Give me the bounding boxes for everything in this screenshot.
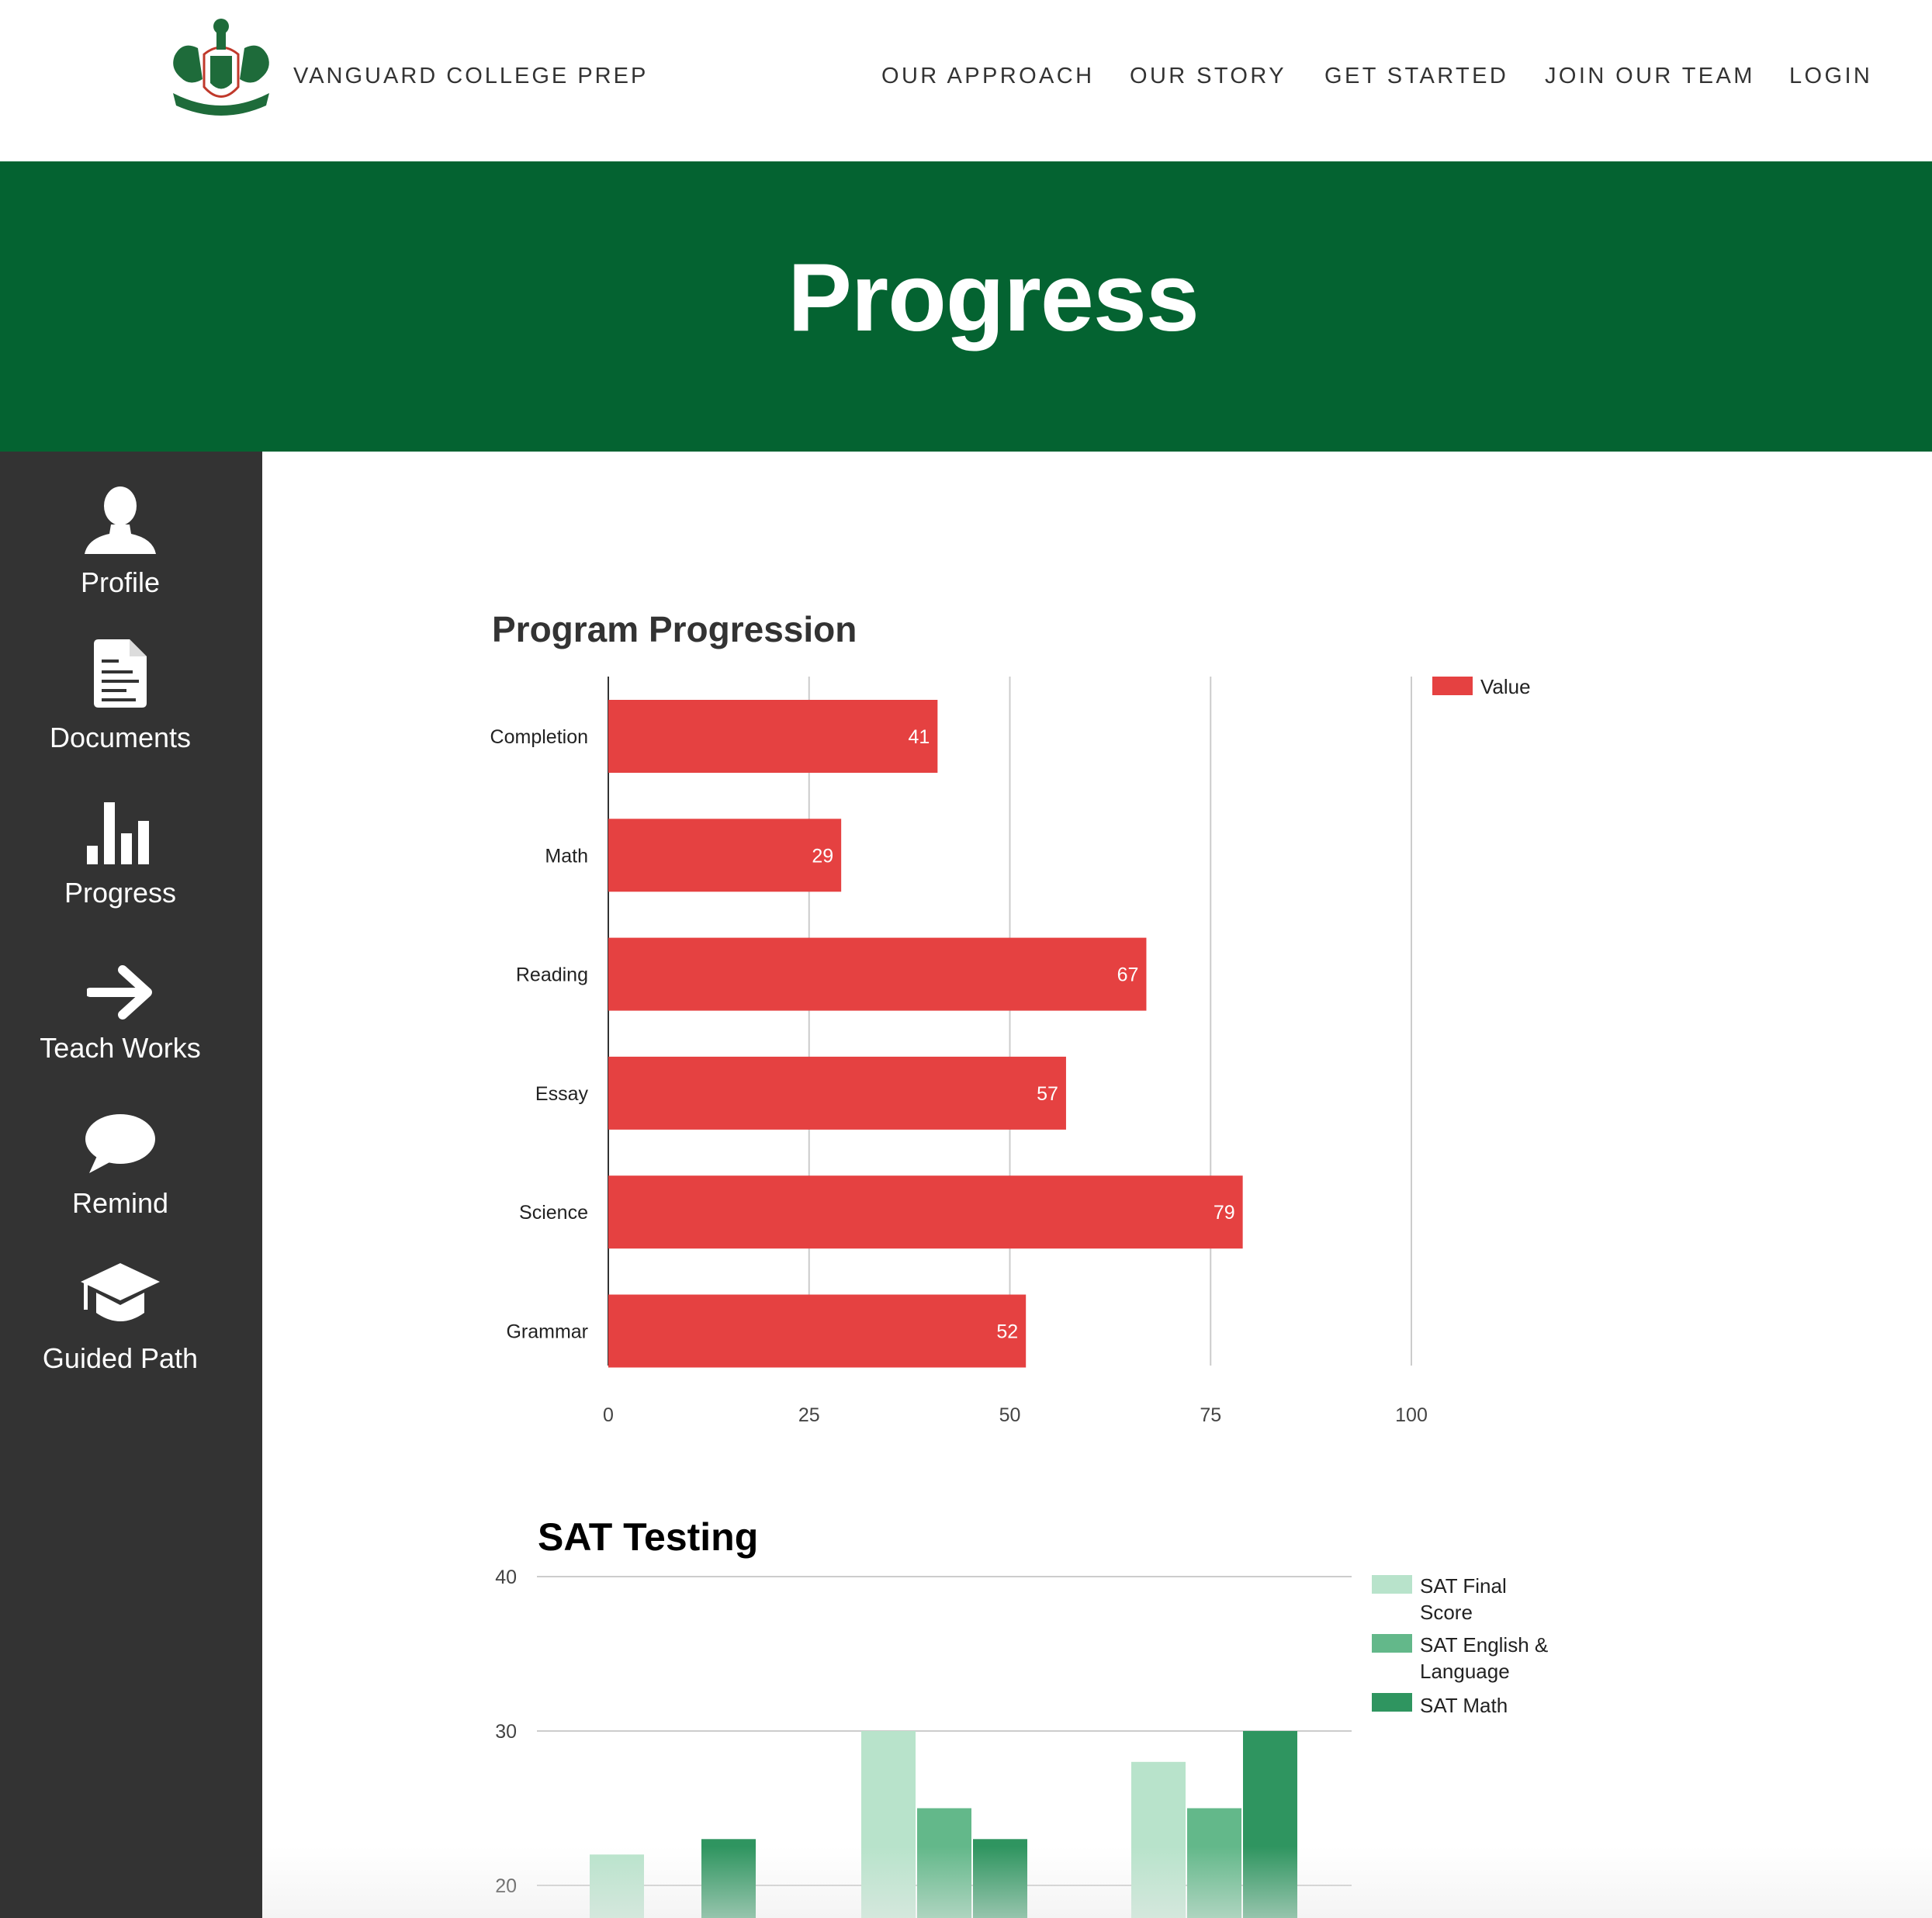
nav-get-started[interactable]: GET STARTED: [1324, 64, 1508, 89]
bar-essay: [608, 1056, 1066, 1130]
nav-login[interactable]: LOGIN: [1789, 64, 1872, 89]
y-category-label: Science: [519, 1202, 588, 1224]
legend-label-sat-english-language: SAT English & Language: [1420, 1633, 1549, 1683]
bar-sat-math: [701, 1839, 756, 1918]
sidebar-item-teach-works[interactable]: Teach Works: [0, 948, 241, 1088]
sidebar-item-remind[interactable]: Remind: [0, 1103, 241, 1243]
legend-label-sat-final-score: SAT Final Score: [1420, 1574, 1507, 1624]
page-title: Progress: [788, 244, 1200, 351]
arrow-right-icon: [87, 965, 152, 1020]
x-tick-label: 0: [603, 1404, 614, 1426]
nav-our-story[interactable]: OUR STORY: [1130, 64, 1286, 89]
top-navigation-bar: VANGUARD COLLEGE PREP OUR APPROACH OUR S…: [0, 0, 1932, 161]
chart-title-program-progression: Program Progression: [492, 609, 857, 649]
bar-value-label: 79: [1214, 1202, 1235, 1224]
y-tick-label: 40: [495, 1567, 517, 1588]
legend-label-value: Value: [1480, 675, 1531, 698]
sidebar-item-label: Guided Path: [42, 1342, 199, 1374]
sidebar-item-label: Profile: [80, 566, 161, 598]
bar-sat-english-language: [1187, 1808, 1241, 1918]
sidebar-item-label: Teach Works: [40, 1032, 201, 1064]
bar-value-label: 52: [996, 1321, 1018, 1343]
x-tick-label: 75: [1200, 1404, 1221, 1426]
y-tick-label: 30: [495, 1721, 517, 1743]
bar-sat-english-language: [917, 1808, 971, 1918]
brand-name[interactable]: VANGUARD COLLEGE PREP: [293, 64, 648, 89]
chat-bubble-icon: [85, 1114, 155, 1173]
bar-sat-final-score: [590, 1854, 644, 1918]
bar-science: [608, 1175, 1243, 1249]
user-icon: [85, 486, 156, 554]
nav-our-approach[interactable]: OUR APPROACH: [881, 64, 1094, 89]
x-tick-label: 25: [798, 1404, 820, 1426]
bar-value-label: 41: [909, 726, 930, 748]
bar-grammar: [608, 1294, 1027, 1368]
sidebar-item-label: Documents: [49, 722, 192, 753]
sidebar-item-documents[interactable]: Documents: [0, 638, 241, 777]
page-banner: Progress: [0, 161, 1932, 452]
legend-label-sat-math: SAT Math: [1420, 1694, 1508, 1717]
graduation-cap-icon: [81, 1263, 160, 1321]
nav-join-our-team[interactable]: JOIN OUR TEAM: [1545, 64, 1755, 89]
bar-sat-final-score: [1131, 1761, 1186, 1918]
bar-value-label: 57: [1037, 1083, 1058, 1105]
sat-testing-chart: 40 30 20: [495, 1567, 1412, 1918]
bar-reading: [608, 937, 1147, 1011]
bar-sat-math: [973, 1839, 1027, 1918]
program-progression-chart: 0 25 50 75 100 41 Completion 29 Math 67 Reading 57 E…: [490, 677, 1473, 1426]
bar-chart-icon: [87, 802, 149, 864]
y-category-label: Grammar: [506, 1321, 588, 1343]
bar-value-label: 67: [1117, 964, 1139, 986]
bar-math: [608, 819, 842, 892]
x-tick-label: 50: [999, 1404, 1021, 1426]
sidebar-item-guided-path[interactable]: Guided Path: [0, 1258, 241, 1398]
bar-value-label: 29: [812, 845, 833, 867]
bar-completion: [608, 700, 938, 773]
sidebar: Profile Documents Progress Teach Works R…: [0, 452, 262, 1918]
vanguard-crest-logo[interactable]: [159, 9, 283, 116]
y-tick-label: 20: [495, 1875, 517, 1897]
legend-swatch-sat-final-score: [1372, 1575, 1412, 1594]
legend-swatch-sat-english-language: [1372, 1634, 1412, 1653]
x-tick-label: 100: [1395, 1404, 1428, 1426]
y-category-label: Reading: [516, 964, 588, 986]
y-category-label: Essay: [535, 1083, 589, 1105]
sidebar-item-label: Progress: [64, 877, 177, 909]
sidebar-item-profile[interactable]: Profile: [0, 483, 241, 622]
bar-sat-math: [1243, 1731, 1297, 1918]
y-category-label: Math: [545, 845, 588, 867]
y-category-label: Completion: [490, 726, 588, 748]
legend-swatch-value: [1432, 677, 1473, 695]
legend-swatch-sat-math: [1372, 1693, 1412, 1712]
document-icon: [94, 639, 147, 708]
sidebar-item-label: Remind: [71, 1187, 169, 1219]
sidebar-item-progress[interactable]: Progress: [0, 793, 241, 933]
bar-sat-final-score: [861, 1731, 916, 1918]
